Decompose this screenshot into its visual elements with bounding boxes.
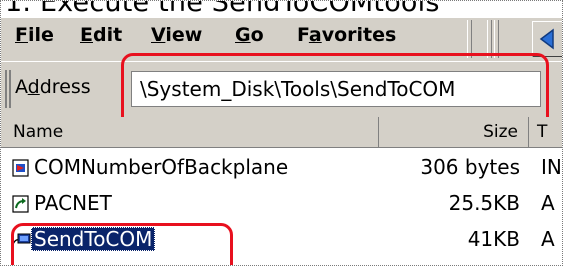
file-type: IN <box>541 155 562 179</box>
back-button[interactable] <box>532 21 562 57</box>
menu-view-label: iew <box>165 24 203 46</box>
file-type: A <box>541 191 555 215</box>
file-type: A <box>541 227 555 251</box>
menu-file-accel: F <box>15 24 28 46</box>
menu-favorites-label: vorites <box>321 24 397 46</box>
menu-favorites-pre: F <box>297 24 309 46</box>
menu-edit-label: dit <box>92 24 123 46</box>
menu-file-label: ile <box>27 24 54 46</box>
file-name: PACNET <box>34 191 112 215</box>
file-row[interactable]: PACNET 25.5KB A <box>1 187 562 221</box>
address-label-pre: A <box>15 76 28 98</box>
menu-favorites-accel: a <box>308 24 322 46</box>
file-highlight-annotation <box>11 223 233 265</box>
menu-go-accel: G <box>235 24 251 46</box>
screenshot-frame: 1. Execute the SendToCOMtools File Edit … <box>0 0 563 266</box>
file-size: 25.5KB <box>448 191 520 215</box>
address-label-accel: d <box>27 76 40 98</box>
menu-file[interactable]: File <box>15 24 54 46</box>
column-header: Name Size T <box>1 117 562 148</box>
menu-edit[interactable]: Edit <box>80 24 122 46</box>
menu-edit-accel: E <box>80 24 93 46</box>
address-label-rest: dress <box>39 76 91 98</box>
column-name[interactable]: Name <box>1 117 379 147</box>
file-size: 306 bytes <box>420 155 520 179</box>
instruction-caption: 1. Execute the SendToCOMtools <box>5 0 440 18</box>
file-name: COMNumberOfBackplane <box>34 155 289 179</box>
menu-view-accel: V <box>151 24 166 46</box>
menu-go[interactable]: Go <box>235 24 264 46</box>
settings-file-icon <box>12 159 29 177</box>
back-arrow-icon <box>539 28 554 50</box>
address-bar-grip[interactable] <box>5 70 11 108</box>
column-type[interactable]: T <box>529 117 562 147</box>
address-label: Address <box>15 76 91 98</box>
file-row[interactable]: COMNumberOfBackplane 306 bytes IN <box>1 151 562 185</box>
menu-favorites[interactable]: Favorites <box>297 24 396 46</box>
menu-go-label: o <box>250 24 264 46</box>
file-size: 41KB <box>467 227 520 251</box>
menu-view[interactable]: View <box>151 24 202 46</box>
column-size[interactable]: Size <box>379 117 529 147</box>
shortcut-icon <box>12 195 29 213</box>
